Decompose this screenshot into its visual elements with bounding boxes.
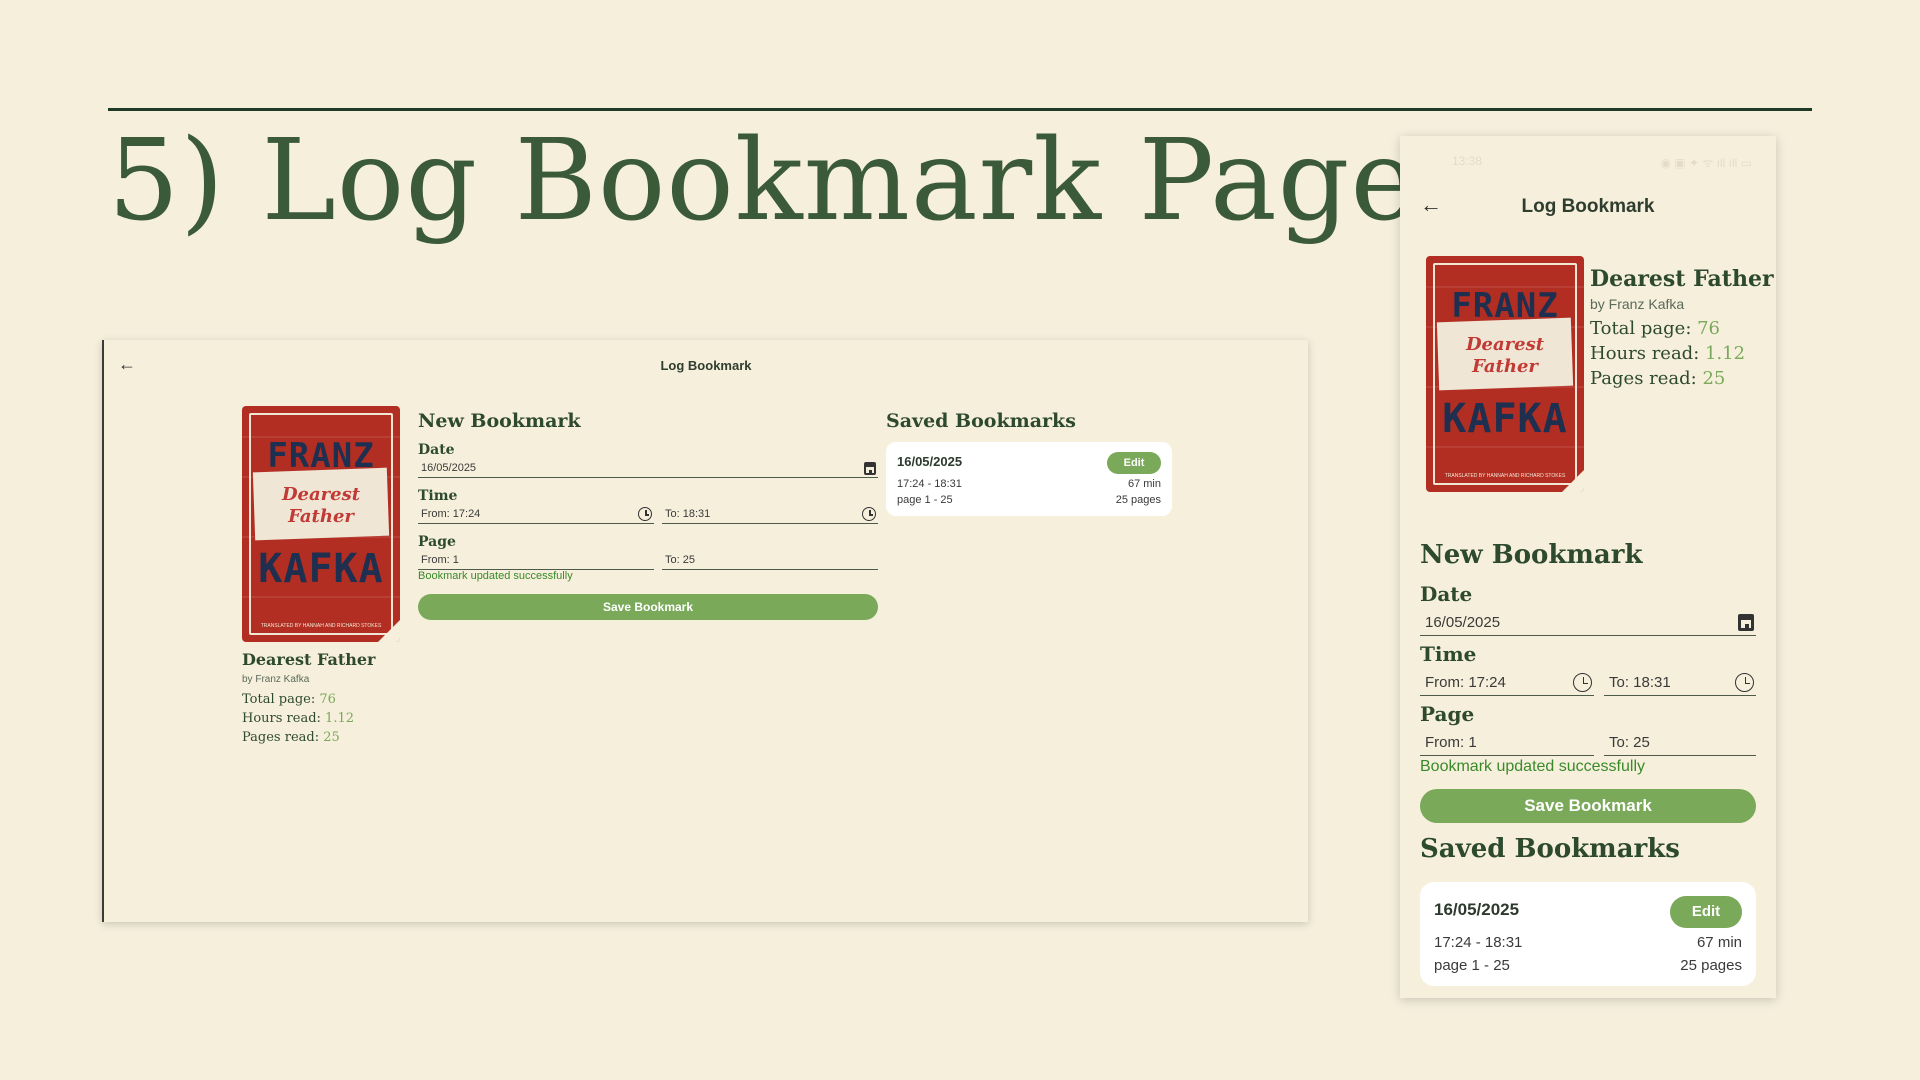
bookmark-duration: 67 min bbox=[1127, 478, 1161, 490]
title-rule bbox=[108, 108, 1812, 111]
status-time: 13:38 bbox=[1452, 154, 1483, 168]
page-title: Log Bookmark bbox=[660, 358, 752, 373]
stat-total-pages: Total page: 76 bbox=[1590, 318, 1721, 339]
page-to-field[interactable]: To: 25 bbox=[1604, 730, 1756, 756]
page-from-field[interactable]: From: 1 bbox=[418, 550, 654, 570]
calendar-icon[interactable] bbox=[1738, 614, 1754, 631]
clock-icon[interactable] bbox=[1735, 673, 1754, 692]
clock-icon[interactable] bbox=[638, 507, 652, 521]
save-bookmark-button[interactable]: Save Bookmark bbox=[418, 594, 878, 620]
edit-button[interactable]: Edit bbox=[1107, 452, 1161, 474]
stat-hours-read: Hours read: 1.12 bbox=[1590, 343, 1746, 364]
new-bookmark-heading: New Bookmark bbox=[418, 410, 581, 432]
book-cover: FRANZ Dearest Father KAFKA TRANSLATED BY… bbox=[242, 406, 400, 642]
time-from-field[interactable]: From: 17:24 bbox=[1420, 670, 1594, 696]
stat-total-pages: Total page: 76 bbox=[242, 692, 336, 707]
page-from-field[interactable]: From: 1 bbox=[1420, 730, 1594, 756]
time-label: Time bbox=[1420, 642, 1477, 666]
page-title: Log Bookmark bbox=[1521, 196, 1655, 217]
date-field[interactable]: 16/05/2025 bbox=[418, 458, 878, 478]
stat-hours-read: Hours read: 1.12 bbox=[242, 711, 354, 726]
bookmark-time-range: 17:24 - 18:31 bbox=[1434, 934, 1523, 951]
time-from-field[interactable]: From: 17:24 bbox=[418, 504, 654, 524]
clock-icon[interactable] bbox=[862, 507, 876, 521]
phone-screen: 13:38 ◉ ▣ ✦ ᯤ ıll ıll ▭ ← Log Bookmark F… bbox=[1400, 136, 1776, 998]
saved-bookmarks-heading: Saved Bookmarks bbox=[886, 410, 1076, 432]
bookmark-pages: 25 pages bbox=[1115, 494, 1161, 506]
calendar-icon[interactable] bbox=[864, 462, 876, 475]
bookmark-page-range: page 1 - 25 bbox=[897, 494, 953, 506]
page-label: Page bbox=[1420, 702, 1475, 726]
page-label: Page bbox=[418, 534, 456, 550]
date-label: Date bbox=[418, 442, 455, 458]
book-title: Dearest Father bbox=[242, 650, 376, 669]
stat-pages-read: Pages read: 25 bbox=[242, 730, 340, 745]
book-author: by Franz Kafka bbox=[1590, 296, 1685, 312]
bookmark-time-range: 17:24 - 18:31 bbox=[897, 478, 962, 490]
success-message: Bookmark updated successfully bbox=[1420, 758, 1645, 775]
saved-bookmarks-heading: Saved Bookmarks bbox=[1420, 834, 1680, 864]
book-cover: FRANZ Dearest Father KAFKA TRANSLATED BY… bbox=[1426, 256, 1584, 492]
edit-button[interactable]: Edit bbox=[1670, 896, 1742, 928]
bookmark-card: 16/05/2025 Edit 17:24 - 18:31 67 min pag… bbox=[886, 442, 1172, 516]
time-to-field[interactable]: To: 18:31 bbox=[662, 504, 878, 524]
success-message: Bookmark updated successfully bbox=[418, 570, 573, 582]
new-bookmark-heading: New Bookmark bbox=[1420, 540, 1643, 570]
slide-title: 5) Log Bookmark Page bbox=[108, 116, 1418, 246]
bookmark-duration: 67 min bbox=[1696, 934, 1742, 951]
date-label: Date bbox=[1420, 582, 1473, 606]
bookmark-date: 16/05/2025 bbox=[1434, 900, 1520, 919]
status-icons: ◉ ▣ ✦ ᯤ ıll ıll ▭ bbox=[1660, 156, 1753, 170]
page-to-field[interactable]: To: 25 bbox=[662, 550, 878, 570]
clock-icon[interactable] bbox=[1573, 673, 1592, 692]
stat-pages-read: Pages read: 25 bbox=[1590, 368, 1726, 389]
bookmark-date: 16/05/2025 bbox=[897, 454, 963, 469]
time-to-field[interactable]: To: 18:31 bbox=[1604, 670, 1756, 696]
bookmark-page-range: page 1 - 25 bbox=[1434, 957, 1510, 974]
date-field[interactable]: 16/05/2025 bbox=[1420, 610, 1756, 636]
save-bookmark-button[interactable]: Save Bookmark bbox=[1420, 789, 1756, 823]
time-label: Time bbox=[418, 488, 458, 504]
desktop-screen: ← Log Bookmark FRANZ Dearest Father KAFK… bbox=[102, 340, 1308, 922]
bookmark-card: 16/05/2025 Edit 17:24 - 18:31 67 min pag… bbox=[1420, 882, 1756, 986]
bookmark-pages: 25 pages bbox=[1680, 957, 1742, 974]
book-author: by Franz Kafka bbox=[242, 674, 310, 685]
book-title: Dearest Father bbox=[1590, 266, 1774, 292]
